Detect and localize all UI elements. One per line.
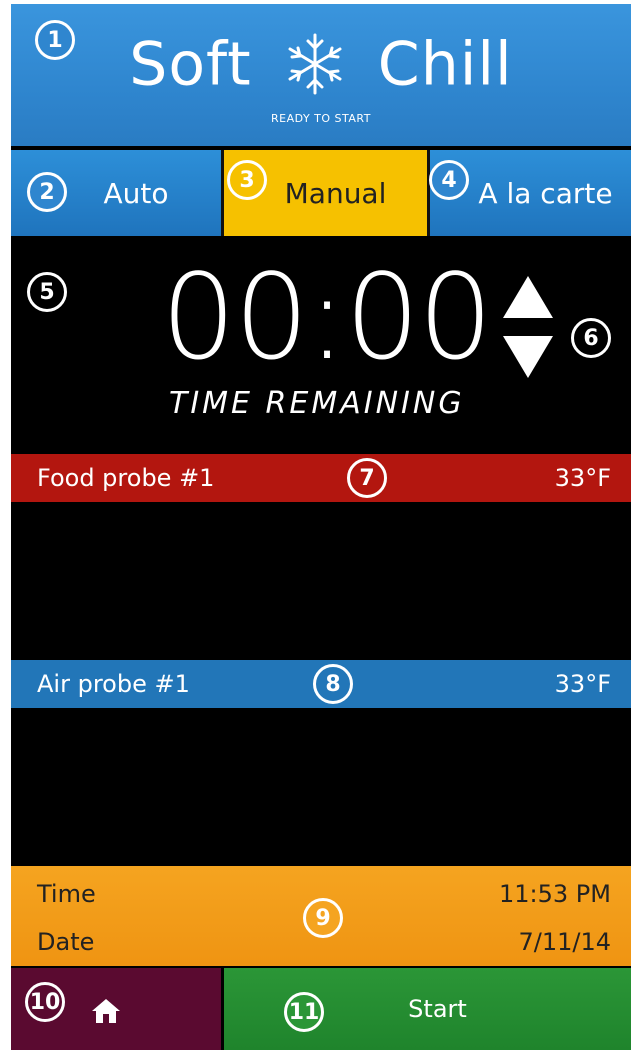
callout-4: 4 bbox=[429, 160, 469, 200]
callout-3: 3 bbox=[227, 160, 267, 200]
tab-a-la-carte-label: A la carte bbox=[478, 176, 613, 210]
food-probe-row: Food probe #1 33°F 7 bbox=[11, 454, 631, 502]
app-screen: Soft Chill READY TO START 1 Auto Manual … bbox=[11, 4, 631, 1050]
callout-1: 1 bbox=[35, 20, 75, 60]
status-text: READY TO START bbox=[270, 112, 371, 125]
callout-2: 2 bbox=[27, 172, 67, 212]
callout-5: 5 bbox=[27, 272, 67, 312]
title-left: Soft bbox=[129, 29, 252, 100]
mode-tabs: Auto Manual A la carte 2 3 4 bbox=[11, 150, 631, 236]
timer-panel: 5 00:00 TIME REMAINING 6 bbox=[11, 236, 631, 450]
callout-11: 11 bbox=[284, 992, 324, 1032]
air-probe-temp: 33°F bbox=[554, 670, 611, 698]
date-label: Date bbox=[37, 928, 95, 956]
start-button[interactable]: 11 Start bbox=[224, 968, 631, 1050]
arrow-down-icon[interactable] bbox=[503, 336, 553, 378]
home-button[interactable]: 10 bbox=[11, 968, 221, 1050]
time-label: Time bbox=[37, 880, 96, 908]
header: Soft Chill READY TO START 1 bbox=[11, 4, 631, 146]
datetime-panel: Time 11:53 PM Date 7/11/14 9 bbox=[11, 866, 631, 966]
tab-manual-label: Manual bbox=[284, 176, 387, 210]
arrow-up-icon[interactable] bbox=[503, 276, 553, 318]
callout-6: 6 bbox=[571, 318, 611, 358]
air-probe-name: Air probe #1 bbox=[37, 670, 190, 698]
snowflake-icon bbox=[288, 33, 342, 95]
callout-8: 8 bbox=[313, 664, 353, 704]
air-probe-row: Air probe #1 33°F 8 bbox=[11, 660, 631, 708]
bottom-bar: 10 11 Start bbox=[11, 968, 631, 1050]
time-value: 11:53 PM bbox=[499, 880, 611, 908]
title-right: Chill bbox=[377, 29, 513, 100]
time-remaining-label: TIME REMAINING bbox=[169, 386, 465, 421]
date-value: 7/11/14 bbox=[518, 928, 611, 956]
callout-10: 10 bbox=[25, 982, 65, 1022]
food-probe-temp: 33°F bbox=[554, 464, 611, 492]
tab-auto-label: Auto bbox=[103, 176, 169, 210]
callout-7: 7 bbox=[347, 458, 387, 498]
callout-9: 9 bbox=[303, 898, 343, 938]
home-icon bbox=[92, 999, 120, 1023]
time-remaining-value: 00:00 bbox=[161, 248, 493, 386]
start-label: Start bbox=[408, 995, 467, 1023]
app-title: Soft Chill bbox=[11, 26, 631, 99]
food-probe-name: Food probe #1 bbox=[37, 464, 215, 492]
